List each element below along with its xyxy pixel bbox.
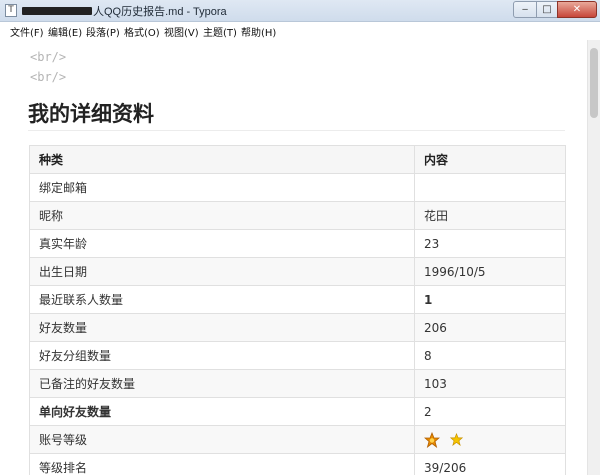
crown-icon — [424, 431, 440, 448]
table-cell-value[interactable] — [414, 425, 566, 454]
table-cell-key[interactable]: 绑定邮箱 — [29, 173, 415, 202]
redacted-title-segment — [22, 7, 92, 15]
table-cell-value[interactable] — [414, 173, 566, 202]
table-cell-key[interactable]: 已备注的好友数量 — [29, 369, 415, 398]
minimize-button[interactable]: ‒ — [513, 1, 537, 18]
star-icon — [449, 433, 463, 446]
table-cell-key[interactable]: 单向好友数量 — [29, 397, 415, 426]
table-cell-key[interactable]: 好友数量 — [29, 313, 415, 342]
maximize-button[interactable]: □ — [536, 1, 558, 18]
table-cell-key[interactable]: 出生日期 — [29, 257, 415, 286]
table-row: 出生日期 1996/10/5 — [29, 257, 566, 286]
table-header-content[interactable]: 内容 — [414, 145, 566, 174]
menu-theme[interactable]: 主题(T) — [203, 24, 237, 39]
table-cell-key[interactable]: 最近联系人数量 — [29, 285, 415, 314]
table-cell-value[interactable]: 2 — [414, 397, 566, 426]
table-cell-key[interactable]: 昵称 — [29, 201, 415, 230]
menu-help[interactable]: 帮助(H) — [241, 24, 276, 39]
table-row: 好友数量 206 — [29, 313, 566, 342]
table-row: 最近联系人数量 1 — [29, 285, 566, 314]
table-cell-value[interactable]: 花田 — [414, 201, 566, 230]
table-row: 真实年龄 23 — [29, 229, 566, 258]
menu-paragraph[interactable]: 段落(P) — [86, 24, 120, 39]
heading-divider — [28, 130, 565, 131]
table-cell-value[interactable]: 103 — [414, 369, 566, 398]
table-row: 账号等级 — [29, 425, 566, 454]
scrollbar-thumb[interactable] — [590, 48, 598, 118]
table-cell-key[interactable]: 真实年龄 — [29, 229, 415, 258]
table-cell-value[interactable]: 8 — [414, 341, 566, 370]
table-cell-key[interactable]: 等级排名 — [29, 453, 415, 475]
typora-app-icon[interactable]: T — [5, 4, 17, 17]
table-cell-key[interactable]: 好友分组数量 — [29, 341, 415, 370]
menu-format[interactable]: 格式(O) — [124, 24, 160, 39]
html-br-tag[interactable]: <br/> — [30, 50, 66, 64]
menu-bar: 文件(F) 编辑(E) 段落(P) 格式(O) 视图(V) 主题(T) 帮助(H… — [0, 22, 600, 40]
menu-view[interactable]: 视图(V) — [164, 24, 199, 39]
table-row: 等级排名 39/206 — [29, 453, 566, 475]
table-header-category[interactable]: 种类 — [29, 145, 415, 174]
table-header-row: 种类 内容 — [29, 145, 566, 174]
table-cell-value[interactable]: 1996/10/5 — [414, 257, 566, 286]
table-row: 已备注的好友数量 103 — [29, 369, 566, 398]
menu-edit[interactable]: 编辑(E) — [48, 24, 82, 39]
window-title: 人QQ历史报告.md - Typora — [93, 6, 227, 18]
table-row: 绑定邮箱 — [29, 173, 566, 202]
profile-table[interactable]: 种类 内容 绑定邮箱 昵称 花田 真实年龄 23 出生日期 1996/10/5 — [29, 145, 566, 475]
title-bar: T 人QQ历史报告.md - Typora ‒ □ ✕ — [0, 0, 600, 22]
table-cell-value[interactable]: 39/206 — [414, 453, 566, 475]
table-cell-value[interactable]: 206 — [414, 313, 566, 342]
editor-content[interactable]: <br/> <br/> 我的详细资料 种类 内容 绑定邮箱 昵称 花田 真实年龄… — [0, 40, 587, 475]
close-button[interactable]: ✕ — [557, 1, 597, 18]
page-title[interactable]: 我的详细资料 — [28, 98, 154, 128]
table-row: 昵称 花田 — [29, 201, 566, 230]
vertical-scrollbar[interactable] — [587, 40, 600, 475]
table-row: 好友分组数量 8 — [29, 341, 566, 370]
menu-file[interactable]: 文件(F) — [10, 24, 44, 39]
table-cell-value[interactable]: 1 — [414, 285, 566, 314]
html-br-tag[interactable]: <br/> — [30, 70, 66, 84]
table-cell-value[interactable]: 23 — [414, 229, 566, 258]
table-row: 单向好友数量 2 — [29, 397, 566, 426]
table-cell-key[interactable]: 账号等级 — [29, 425, 415, 454]
